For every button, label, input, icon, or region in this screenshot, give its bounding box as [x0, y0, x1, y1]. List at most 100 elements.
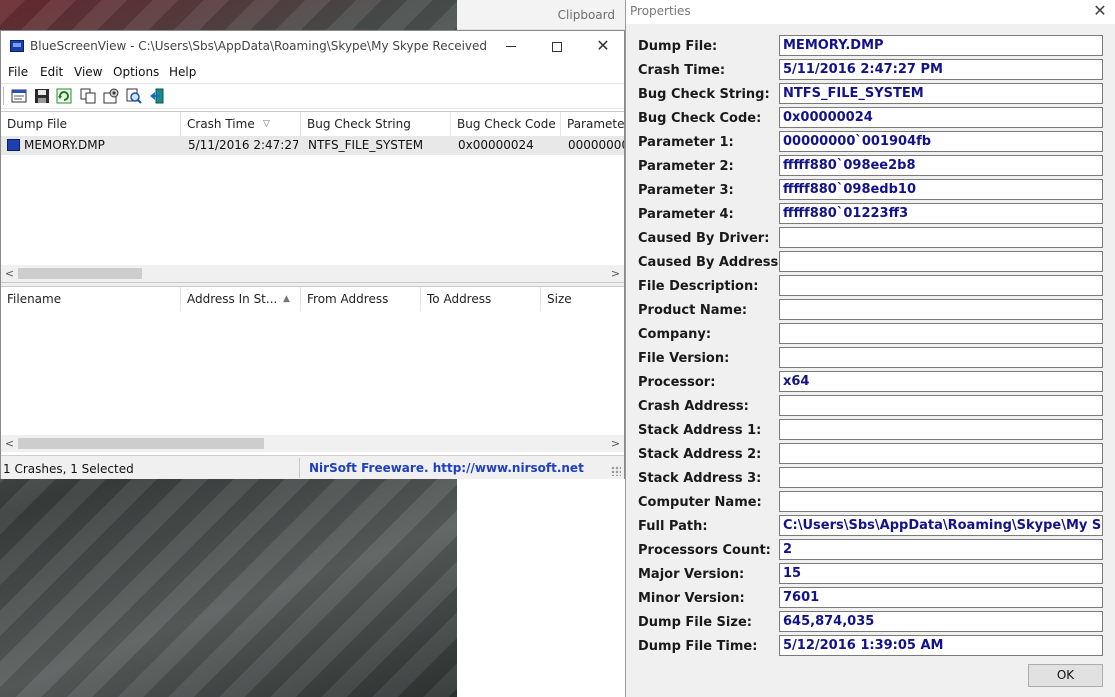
cell-dump-file: MEMORY.DMP — [24, 138, 105, 152]
advanced-options-icon[interactable] — [103, 88, 119, 104]
table-row[interactable]: MEMORY.DMP 5/11/2016 2:47:27 ... NTFS_FI… — [1, 136, 624, 155]
property-row: Company: — [626, 323, 1115, 347]
property-row: File Version: — [626, 347, 1115, 371]
property-value-field[interactable]: 7601 — [779, 587, 1103, 608]
cell-bug-check-string: NTFS_FILE_SYSTEM — [308, 138, 424, 152]
status-text: 1 Crashes, 1 Selected — [3, 462, 134, 476]
column-header-bug-check-string[interactable]: Bug Check String — [301, 112, 451, 136]
nirsoft-link[interactable]: NirSoft Freeware. http://www.nirsoft.net — [309, 461, 584, 475]
property-value-field[interactable] — [779, 491, 1103, 512]
menu-edit[interactable]: Edit — [40, 65, 63, 79]
property-value-field[interactable] — [779, 419, 1103, 440]
property-value-field[interactable] — [779, 323, 1103, 344]
property-value-field[interactable]: x64 — [779, 371, 1103, 392]
column-header-parameter[interactable]: Parameter — [561, 112, 624, 136]
property-row: Stack Address 3: — [626, 467, 1115, 491]
menu-options[interactable]: Options — [113, 65, 159, 79]
property-value-field[interactable] — [779, 467, 1103, 488]
property-row: Parameter 3: fffff880`098edb10 — [626, 179, 1115, 203]
property-row: File Description: — [626, 275, 1115, 299]
cell-crash-time: 5/11/2016 2:47:27 ... — [188, 138, 298, 152]
driver-list[interactable]: Filename Address In St... ▲ From Address… — [1, 286, 624, 433]
property-label: Crash Time: — [638, 63, 726, 78]
properties-title-bar[interactable]: Properties ✕ — [626, 0, 1115, 24]
driver-list-horizontal-scrollbar[interactable]: < > — [1, 435, 624, 452]
property-label: Dump File: — [638, 39, 718, 54]
exit-icon[interactable] — [149, 88, 165, 104]
property-label: Company: — [638, 327, 712, 342]
property-row: Parameter 4: fffff880`01223ff3 — [626, 203, 1115, 227]
property-value-field[interactable]: 0x00000024 — [779, 107, 1103, 128]
scrollbar-thumb[interactable] — [18, 438, 264, 449]
property-value-field[interactable] — [779, 299, 1103, 320]
property-label: Caused By Address: — [638, 255, 784, 270]
cell-parameter: 00000000`0 — [568, 138, 624, 152]
property-value-field[interactable]: 645,874,035 — [779, 611, 1103, 632]
crash-list-horizontal-scrollbar[interactable]: < > — [1, 265, 624, 282]
property-value-field[interactable] — [779, 251, 1103, 272]
property-value-field[interactable]: 5/11/2016 2:47:27 PM — [779, 59, 1103, 80]
column-header-dump-file[interactable]: Dump File — [1, 112, 181, 136]
property-value-field[interactable]: C:\Users\Sbs\AppData\Roaming\Skype\My Sk… — [779, 515, 1103, 536]
driver-list-header: Filename Address In St... ▲ From Address… — [1, 287, 624, 311]
property-value-field[interactable] — [779, 443, 1103, 464]
close-button[interactable]: ✕ — [580, 31, 626, 61]
maximize-button[interactable] — [534, 31, 580, 61]
toolbar — [1, 83, 624, 109]
scroll-right-icon[interactable]: > — [607, 435, 624, 452]
property-label: Product Name: — [638, 303, 748, 318]
find-icon[interactable] — [126, 88, 142, 104]
property-row: Parameter 2: fffff880`098ee2b8 — [626, 155, 1115, 179]
property-label: File Description: — [638, 279, 759, 294]
property-value-field[interactable]: fffff880`01223ff3 — [779, 203, 1103, 224]
property-value-field[interactable] — [779, 227, 1103, 248]
scrollbar-thumb[interactable] — [18, 268, 142, 279]
ok-button[interactable]: OK — [1028, 664, 1103, 687]
scroll-left-icon[interactable]: < — [1, 265, 18, 282]
property-value-field[interactable]: 15 — [779, 563, 1103, 584]
resize-grip-icon[interactable] — [611, 466, 621, 476]
crash-list[interactable]: Dump File Crash Time ▽ Bug Check String … — [1, 111, 624, 267]
property-value-field[interactable] — [779, 275, 1103, 296]
property-row: Bug Check Code: 0x00000024 — [626, 107, 1115, 131]
save-icon[interactable] — [34, 88, 50, 104]
column-header-crash-time[interactable]: Crash Time — [181, 112, 301, 136]
property-label: File Version: — [638, 351, 730, 366]
property-label: Processor: — [638, 375, 716, 390]
property-value-field[interactable] — [779, 347, 1103, 368]
property-row: Computer Name: — [626, 491, 1115, 515]
property-row: Processors Count: 2 — [626, 539, 1115, 563]
property-value-field[interactable]: MEMORY.DMP — [779, 35, 1103, 56]
property-label: Bug Check Code: — [638, 111, 762, 126]
property-value-field[interactable] — [779, 395, 1103, 416]
title-bar[interactable]: BlueScreenView - C:\Users\Sbs\AppData\Ro… — [1, 31, 624, 61]
column-header-to-address[interactable]: To Address — [421, 287, 541, 311]
refresh-icon[interactable] — [56, 88, 72, 104]
column-header-filename[interactable]: Filename — [1, 287, 181, 311]
copy-icon[interactable] — [80, 88, 96, 104]
column-header-size[interactable]: Size — [541, 287, 624, 311]
menu-view[interactable]: View — [74, 65, 102, 79]
property-value-field[interactable]: fffff880`098edb10 — [779, 179, 1103, 200]
menu-help[interactable]: Help — [169, 65, 196, 79]
properties-icon[interactable] — [11, 88, 27, 104]
property-label: Parameter 1: — [638, 135, 734, 150]
close-icon: ✕ — [596, 36, 610, 55]
property-value-field[interactable]: 00000000`001904fb — [779, 131, 1103, 152]
property-value-field[interactable]: fffff880`098ee2b8 — [779, 155, 1103, 176]
menu-file[interactable]: File — [8, 65, 28, 79]
property-value-field[interactable]: 5/12/2016 1:39:05 AM — [779, 635, 1103, 656]
sort-ascending-icon: ▲ — [283, 294, 290, 304]
property-value-field[interactable]: 2 — [779, 539, 1103, 560]
scroll-right-icon[interactable]: > — [607, 265, 624, 282]
property-value-field[interactable]: NTFS_FILE_SYSTEM — [779, 83, 1103, 104]
property-label: Dump File Time: — [638, 639, 758, 654]
column-header-from-address[interactable]: From Address — [301, 287, 421, 311]
column-header-bug-check-code[interactable]: Bug Check Code — [451, 112, 561, 136]
scroll-left-icon[interactable]: < — [1, 435, 18, 452]
minimize-button[interactable] — [488, 31, 534, 61]
property-label: Caused By Driver: — [638, 231, 770, 246]
property-label: Bug Check String: — [638, 87, 770, 102]
close-icon[interactable]: ✕ — [1084, 0, 1115, 24]
property-row: Minor Version: 7601 — [626, 587, 1115, 611]
